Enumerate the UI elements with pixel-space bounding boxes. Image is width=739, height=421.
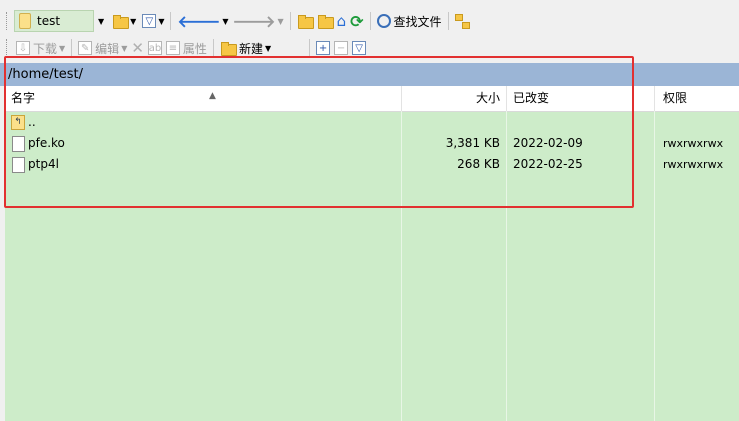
- download-label: 下载: [33, 41, 58, 56]
- drive-icon: [19, 13, 31, 29]
- plus-icon: +: [316, 41, 331, 55]
- filter-icon: ▽: [142, 14, 157, 28]
- find-files-button[interactable]: 查找文件: [375, 10, 444, 32]
- chevron-down-icon: ▼: [130, 16, 137, 26]
- new-label: 新建: [238, 41, 263, 56]
- download-icon: ⇩: [16, 41, 30, 55]
- toolbar-primary: test ▼ ▼ ▽ ▼ 🡐 ▼ 🡒 ▼ ⌂ ⟳ 查找文件: [0, 8, 739, 34]
- edit-icon: ✎: [78, 41, 93, 55]
- chevron-down-icon: ▼: [158, 16, 165, 26]
- open-folder-icon: [112, 13, 130, 29]
- drive-name: test: [37, 14, 61, 28]
- column-header-permissions[interactable]: 权限: [663, 86, 739, 111]
- forward-button[interactable]: 🡒 ▼: [231, 10, 286, 32]
- back-button[interactable]: 🡐 ▼: [175, 10, 230, 32]
- parent-directory-button[interactable]: [295, 10, 315, 32]
- toolbar-grip[interactable]: [6, 39, 10, 57]
- filter-icon: ▽: [352, 41, 367, 55]
- edit-label: 编辑: [95, 41, 120, 56]
- minus-icon: −: [334, 41, 349, 55]
- root-directory-button[interactable]: [315, 10, 335, 32]
- refresh-button[interactable]: ⟳: [348, 10, 365, 32]
- home-directory-button[interactable]: ⌂: [335, 10, 349, 32]
- chevron-down-icon: ▼: [222, 16, 229, 26]
- chevron-down-icon: ▼: [277, 16, 284, 26]
- toolbar-separator: [369, 12, 371, 30]
- parent-folder-icon: [297, 13, 314, 29]
- toolbar-separator: [289, 12, 291, 30]
- toolbar-separator: [71, 39, 73, 57]
- open-folder-button[interactable]: ▼: [110, 10, 138, 32]
- toolbar-separator: [309, 39, 311, 57]
- refresh-icon: ⟳: [350, 11, 364, 31]
- toolbar-separator: [212, 39, 214, 57]
- new-folder-icon: [220, 40, 237, 56]
- chevron-down-icon: ▼: [98, 16, 105, 26]
- drive-dropdown-button[interactable]: ▼: [94, 10, 106, 32]
- root-folder-icon: [317, 13, 334, 29]
- file-permissions: rwxrwxrwx: [663, 158, 724, 171]
- find-files-label: 查找文件: [393, 14, 442, 29]
- toolbar-separator: [447, 12, 449, 30]
- tree-view-button[interactable]: [453, 10, 471, 32]
- chevron-down-icon: ▼: [264, 43, 272, 53]
- column-divider[interactable]: [654, 86, 655, 111]
- tree-view-icon: [454, 14, 470, 29]
- file-permissions: rwxrwxrwx: [663, 137, 724, 150]
- delete-icon: ✕: [131, 39, 144, 57]
- properties-label: 属性: [182, 41, 207, 56]
- back-arrow-icon: 🡐: [177, 12, 221, 31]
- highlight-annotation-box: [4, 56, 634, 208]
- filter-button[interactable]: ▽ ▼: [140, 10, 166, 32]
- toolbar-grip[interactable]: [6, 12, 10, 30]
- forward-arrow-icon: 🡒: [232, 12, 276, 31]
- properties-icon: ≡: [165, 41, 180, 55]
- drive-selector[interactable]: test: [14, 10, 94, 32]
- chevron-down-icon: ▼: [59, 43, 66, 53]
- toolbar-separator: [170, 12, 172, 30]
- column-permissions-label: 权限: [663, 91, 688, 105]
- home-icon: ⌂: [336, 12, 347, 30]
- rename-icon: ab: [147, 41, 162, 55]
- chevron-down-icon: ▼: [121, 43, 128, 53]
- magnifier-icon: [376, 14, 391, 28]
